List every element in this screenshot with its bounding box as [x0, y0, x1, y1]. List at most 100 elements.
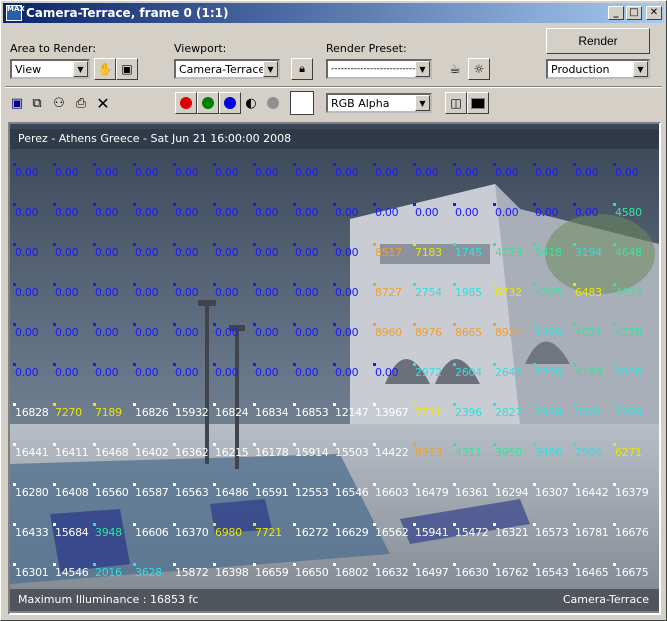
- save-image-button[interactable]: ▣: [7, 93, 27, 113]
- illuminance-value: 3628: [133, 563, 162, 579]
- lock-viewport-button[interactable]: 🔒︎: [291, 58, 313, 80]
- clone-icon: ⚇: [53, 95, 65, 111]
- illuminance-value: 6271: [613, 443, 642, 459]
- render-setup-button[interactable]: ☕︎: [445, 59, 465, 79]
- red-channel-toggle[interactable]: [175, 92, 197, 114]
- background-color-swatch[interactable]: [290, 91, 314, 115]
- viewport-dropdown[interactable]: Camera-Terrace ▼: [174, 59, 280, 79]
- green-channel-toggle[interactable]: [197, 92, 219, 114]
- lock-icon: 🔒︎: [299, 62, 305, 75]
- illuminance-value: 0.00: [372, 203, 399, 219]
- illuminance-value: 0.00: [92, 363, 119, 379]
- illuminance-value: 16497: [413, 563, 449, 579]
- window-title: Camera-Terrace, frame 0 (1:1): [26, 6, 229, 20]
- render-preset-label: Render Preset:: [326, 42, 407, 55]
- illuminance-value: 16468: [93, 443, 129, 459]
- illuminance-value: 0.00: [172, 243, 199, 259]
- illuminance-value: 16370: [173, 523, 209, 539]
- maximize-button[interactable]: □: [626, 6, 642, 20]
- minimize-button[interactable]: _: [608, 6, 624, 20]
- illuminance-value: 6732: [493, 283, 522, 299]
- illuminance-value: 4580: [613, 203, 642, 219]
- illuminance-value: 3950: [493, 443, 522, 459]
- illuminance-value: 16828: [13, 403, 49, 419]
- black-rect-icon: [471, 97, 485, 109]
- illuminance-value: 16272: [293, 523, 329, 539]
- render-mode-dropdown[interactable]: Production ▼: [546, 59, 650, 79]
- illuminance-value: 0.00: [532, 163, 559, 179]
- illuminance-value: 0.00: [172, 163, 199, 179]
- illuminance-value: 15872: [173, 563, 209, 579]
- auto-region-button[interactable]: ▣: [116, 58, 138, 80]
- illuminance-value: 0.00: [52, 363, 79, 379]
- illuminance-value: 0.00: [252, 323, 279, 339]
- toggle-ui-button[interactable]: ◫: [445, 92, 467, 114]
- monochrome-toggle[interactable]: [263, 93, 283, 113]
- illuminance-value: 16834: [253, 403, 289, 419]
- illuminance-value: 0.00: [292, 363, 319, 379]
- illuminance-value: 8960: [373, 323, 402, 339]
- environment-button[interactable]: ☼: [468, 58, 490, 80]
- viewport-label: Viewport:: [174, 42, 227, 55]
- copy-image-button[interactable]: ⧉: [27, 93, 47, 113]
- clear-image-button[interactable]: ✕: [93, 93, 113, 113]
- illuminance-value: 15472: [453, 523, 489, 539]
- render-button[interactable]: Render: [546, 28, 650, 54]
- chevron-down-icon: ▼: [73, 61, 88, 77]
- illuminance-value: 0.00: [292, 243, 319, 259]
- illuminance-value: 0.00: [612, 163, 639, 179]
- illuminance-value: 16486: [213, 483, 249, 499]
- clone-window-button[interactable]: ⚇: [49, 93, 69, 113]
- illuminance-value: 4205: [533, 283, 562, 299]
- illuminance-value: 16408: [53, 483, 89, 499]
- illuminance-value: 0.00: [372, 163, 399, 179]
- channel-display-dropdown[interactable]: RGB Alpha ▼: [326, 93, 432, 113]
- illuminance-value: 0.00: [132, 203, 159, 219]
- viewport-footer: Maximum Illuminance : 16853 fc Camera-Te…: [10, 589, 659, 611]
- illuminance-value: 0.00: [332, 243, 359, 259]
- render-preset-dropdown[interactable]: -------------------------- ▼: [326, 59, 432, 79]
- illuminance-value: 4648: [613, 243, 642, 259]
- illuminance-value: 3194: [573, 243, 602, 259]
- illuminance-value: 12147: [333, 403, 369, 419]
- illuminance-value: 7270: [53, 403, 82, 419]
- hand-icon: ✋: [97, 62, 113, 76]
- illuminance-value: 16587: [133, 483, 169, 499]
- print-image-button[interactable]: ⎙: [71, 93, 91, 113]
- illuminance-value: 2938: [533, 403, 562, 419]
- area-to-render-dropdown[interactable]: View ▼: [10, 59, 90, 79]
- illuminance-value: 4311: [453, 443, 482, 459]
- illuminance-value: 5418: [533, 243, 562, 259]
- illuminance-value: 2504: [573, 443, 602, 459]
- illuminance-value: 8727: [373, 283, 402, 299]
- illuminance-value: 16402: [133, 443, 169, 459]
- edit-region-button[interactable]: ✋: [94, 58, 116, 80]
- illuminance-value: 0.00: [292, 203, 319, 219]
- illuminance-value: 16362: [173, 443, 209, 459]
- illuminance-value: 0.00: [252, 203, 279, 219]
- illuminance-value: 0.00: [252, 363, 279, 379]
- render-viewport[interactable]: Perez - Athens Greece - Sat Jun 21 16:00…: [8, 122, 661, 615]
- illuminance-value: 0.00: [452, 163, 479, 179]
- illuminance-value: 0.00: [292, 323, 319, 339]
- illuminance-value: 0.00: [172, 323, 199, 339]
- copy-icon: ⧉: [32, 95, 42, 111]
- title-bar[interactable]: MAX Camera-Terrace, frame 0 (1:1) _ □ ✕: [3, 3, 664, 23]
- illuminance-value: 16465: [573, 563, 609, 579]
- illuminance-value: 2604: [453, 363, 482, 379]
- red-dot-icon: [180, 97, 192, 109]
- alpha-channel-toggle[interactable]: ◐: [241, 93, 261, 113]
- illuminance-value: 0.00: [52, 323, 79, 339]
- illuminance-value: 15941: [413, 523, 449, 539]
- illuminance-value: 0.00: [332, 163, 359, 179]
- illuminance-value: 16562: [373, 523, 409, 539]
- blue-channel-toggle[interactable]: [219, 92, 241, 114]
- illuminance-value: 2642: [493, 363, 522, 379]
- illuminance-value: 16603: [373, 483, 409, 499]
- illuminance-value: 7711: [413, 403, 442, 419]
- toolbar-divider: [5, 86, 662, 88]
- illuminance-value: 2754: [413, 283, 442, 299]
- close-button[interactable]: ✕: [646, 6, 662, 20]
- display-alpha-button[interactable]: [467, 92, 489, 114]
- illuminance-value: 16591: [253, 483, 289, 499]
